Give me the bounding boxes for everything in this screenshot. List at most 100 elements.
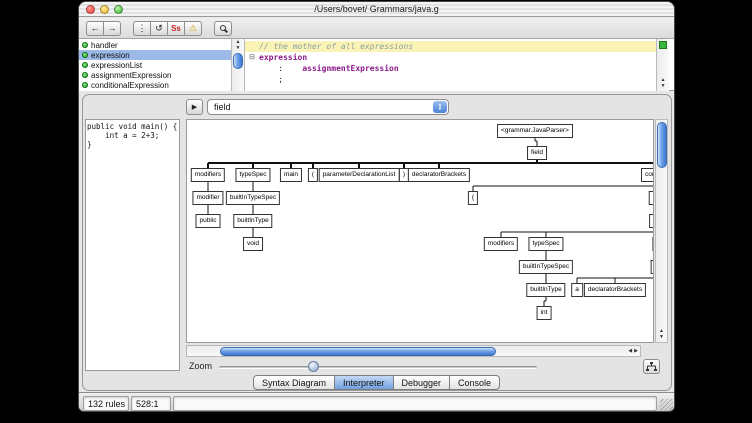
toolbar-group: [214, 21, 232, 36]
zoom-slider-track: [219, 366, 537, 369]
interpreter-pane: ▶ field ▲▼ public void main() { int a = …: [82, 94, 672, 391]
run-button[interactable]: ▶: [186, 99, 203, 115]
screen: /Users/bovet/ Grammars/java.g ←→⋮↺Ss⚠ ha…: [0, 0, 752, 423]
statusbar: 132 rules 528:1: [79, 392, 674, 412]
fold-marker-icon[interactable]: ⊟: [245, 52, 259, 63]
grammar-status-indicator: [659, 41, 667, 49]
magnifier-icon: [220, 25, 226, 31]
arrow-right-icon: →: [108, 23, 117, 33]
tree-node[interactable]: builtInType: [233, 214, 272, 228]
editor-line[interactable]: ;: [245, 74, 656, 85]
tree-vscroll-thumb[interactable]: [657, 122, 667, 168]
editor-line[interactable]: : assignmentExpression: [245, 63, 656, 74]
input-line: }: [87, 140, 178, 149]
refactor-button[interactable]: ↺: [150, 21, 168, 36]
zoom-slider[interactable]: [219, 358, 537, 375]
tree-node[interactable]: field: [527, 146, 547, 160]
tree-node[interactable]: modifier: [192, 191, 223, 205]
rule-status-icon: [82, 52, 88, 58]
app-window: /Users/bovet/ Grammars/java.g ←→⋮↺Ss⚠ ha…: [78, 1, 675, 412]
rule-status-icon: [82, 62, 88, 68]
tree-hscroll-thumb[interactable]: [220, 347, 496, 356]
editor-line-text: : assignmentExpression: [259, 64, 399, 73]
tree-node[interactable]: declaratorBrackets: [584, 283, 646, 297]
tree-node[interactable]: void: [243, 237, 263, 251]
input-text-area[interactable]: public void main() { int a = 2+3;}: [85, 119, 180, 371]
tree-node[interactable]: variableDefinitions: [652, 237, 654, 251]
grammar-editor[interactable]: // the mother of all expressions⊟express…: [245, 39, 656, 91]
zoom-row: Zoom: [83, 358, 671, 375]
rules-list-item[interactable]: handler: [79, 40, 231, 50]
scroll-right-icon[interactable]: ▶: [634, 348, 638, 354]
rules-scrollbar[interactable]: ▲ ▼: [232, 39, 245, 91]
tree-node[interactable]: builtInTypeSpec: [226, 191, 280, 205]
combo-arrows-icon: ▲▼: [433, 101, 447, 113]
tree-node[interactable]: {: [468, 191, 478, 205]
tab-syntax-diagram[interactable]: Syntax Diagram: [253, 375, 335, 390]
rules-list-item[interactable]: expressionList: [79, 60, 231, 70]
scroll-left-icon[interactable]: ◀: [628, 348, 632, 354]
tree-node[interactable]: variableDeclarator: [651, 260, 654, 274]
tree-node[interactable]: declaratorBrackets: [408, 168, 470, 182]
toolbar-group: ←→: [86, 21, 121, 36]
tree-node[interactable]: compoundStatement: [641, 168, 654, 182]
literals-button[interactable]: Ss: [167, 21, 185, 36]
resize-grip[interactable]: [660, 399, 673, 412]
check-grammar-button[interactable]: ⚠: [184, 21, 202, 36]
tree-node[interactable]: parameterDeclarationList: [319, 168, 400, 182]
tab-debugger[interactable]: Debugger: [393, 375, 451, 390]
scroll-down-icon[interactable]: ▼: [657, 83, 669, 89]
rules-scrollbar-thumb[interactable]: [233, 53, 243, 69]
editor-line[interactable]: ⊟expression: [245, 52, 656, 63]
tree-node[interactable]: builtInType: [526, 283, 565, 297]
status-message: [173, 396, 657, 411]
tree-horizontal-scrollbar[interactable]: ◀ ▶: [186, 345, 641, 357]
rule-name: conditionalExpression: [91, 81, 169, 90]
tree-node[interactable]: typeSpec: [235, 168, 270, 182]
tree-node[interactable]: declaration: [649, 214, 654, 228]
rules-list: handlerexpressionexpressionListassignmen…: [79, 39, 232, 91]
rules-list-item[interactable]: conditionalExpression: [79, 80, 231, 90]
tree-node[interactable]: builtInTypeSpec: [519, 260, 573, 274]
window-title: /Users/bovet/ Grammars/java.g: [79, 4, 674, 14]
rules-list-item[interactable]: assignmentExpression: [79, 70, 231, 80]
scroll-down-icon[interactable]: ▼: [232, 45, 244, 51]
tree-node[interactable]: modifiers: [484, 237, 518, 251]
input-line: int a = 2+3;: [87, 131, 178, 140]
rules-list-item[interactable]: expression: [79, 50, 231, 60]
back-button[interactable]: ←: [86, 21, 104, 36]
tree-node[interactable]: typeSpec: [528, 237, 563, 251]
tree-vertical-scrollbar[interactable]: ▲ ▼: [655, 119, 668, 343]
list-icon: ⋮: [138, 23, 147, 34]
tree-node[interactable]: public: [196, 214, 221, 228]
tree-node[interactable]: int: [537, 306, 552, 320]
tab-console[interactable]: Console: [449, 375, 500, 390]
zoom-label: Zoom: [189, 361, 212, 371]
editor-line[interactable]: // the mother of all expressions: [245, 41, 656, 52]
rules-count: 132 rules: [83, 396, 129, 411]
search-button[interactable]: [214, 21, 232, 36]
tree-node[interactable]: modifiers: [191, 168, 225, 182]
combo-value: field: [214, 102, 231, 112]
rule-status-icon: [82, 42, 88, 48]
editor-line-text: ;: [259, 75, 283, 84]
toolbar-group: ⋮↺Ss⚠: [133, 21, 202, 36]
zoom-slider-thumb[interactable]: [308, 361, 319, 372]
forward-button[interactable]: →: [103, 21, 121, 36]
arrow-left-icon: ←: [91, 23, 100, 33]
editor-line-text: expression: [259, 53, 307, 62]
tree-node[interactable]: statement: [649, 191, 654, 205]
tree-node[interactable]: a: [571, 283, 583, 297]
editor-scrollbar[interactable]: ▲ ▼: [656, 39, 669, 91]
scroll-down-icon[interactable]: ▼: [656, 334, 667, 340]
tree-node[interactable]: main: [280, 168, 302, 182]
start-rule-combobox[interactable]: field ▲▼: [207, 99, 449, 115]
rules-list-button[interactable]: ⋮: [133, 21, 151, 36]
toolbar: ←→⋮↺Ss⚠: [79, 18, 674, 39]
tab-interpreter[interactable]: Interpreter: [334, 375, 394, 390]
tree-node[interactable]: <grammar.JavaParser>: [497, 124, 573, 138]
parse-tree-canvas[interactable]: <grammar.JavaParser> field modifiers typeSp…: [186, 119, 654, 343]
titlebar[interactable]: /Users/bovet/ Grammars/java.g: [79, 2, 674, 17]
tree-node[interactable]: (: [308, 168, 318, 182]
tree-layout-button[interactable]: [643, 359, 660, 374]
